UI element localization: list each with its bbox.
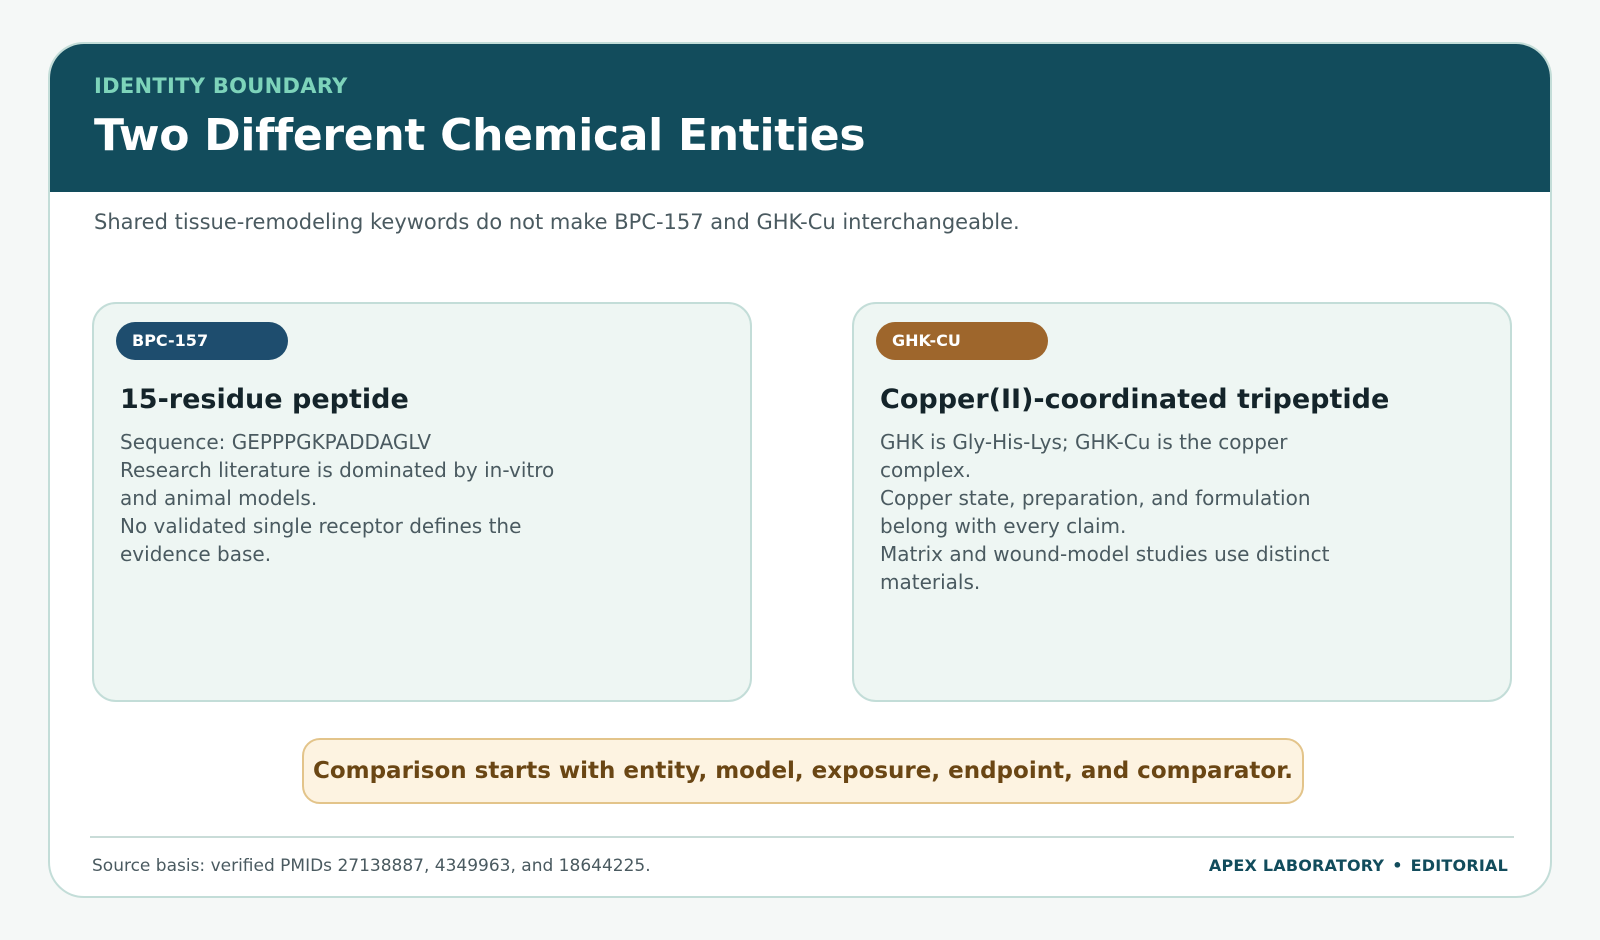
header-band: IDENTITY BOUNDARY Two Different Chemical… <box>50 44 1550 192</box>
subtitle: Shared tissue-remodeling keywords do not… <box>94 210 1020 234</box>
brand-section: EDITORIAL <box>1410 856 1508 875</box>
page-title: Two Different Chemical Entities <box>94 110 866 161</box>
panel-bpc-157: BPC-157 15-residue peptide Sequence: GEP… <box>92 302 752 702</box>
panel-title: 15-residue peptide <box>120 384 409 415</box>
panel-line: No validated single receptor defines the… <box>120 514 522 566</box>
panel-line: Sequence: GEPPPGKPADDAGLV <box>120 430 432 454</box>
source-note: Source basis: verified PMIDs 27138887, 4… <box>92 856 651 876</box>
panel-line: Research literature is dominated by in-v… <box>120 458 555 510</box>
brand-separator: • <box>1392 856 1403 875</box>
panel-line: Matrix and wound-model studies use disti… <box>880 542 1330 594</box>
brand-label: APEX LABORATORY • EDITORIAL <box>1209 856 1508 875</box>
eyebrow-label: IDENTITY BOUNDARY <box>94 74 348 98</box>
panel-body: Sequence: GEPPPGKPADDAGLV Research liter… <box>120 428 590 568</box>
panel-line: GHK is Gly-His-Lys; GHK-Cu is the copper… <box>880 430 1288 482</box>
brand-name: APEX LABORATORY <box>1208 856 1385 875</box>
panel-line: Copper state, preparation, and formulati… <box>880 486 1311 538</box>
footer-divider <box>90 836 1514 838</box>
panel-ghk-cu: GHK-CU Copper(II)-coordinated tripeptide… <box>852 302 1512 702</box>
panel-title: Copper(II)-coordinated tripeptide <box>880 384 1390 415</box>
badge-bpc-157: BPC-157 <box>116 322 288 360</box>
panel-body: GHK is Gly-His-Lys; GHK-Cu is the copper… <box>880 428 1350 596</box>
callout-box: Comparison starts with entity, model, ex… <box>302 738 1304 804</box>
badge-ghk-cu: GHK-CU <box>876 322 1048 360</box>
slide-card: IDENTITY BOUNDARY Two Different Chemical… <box>48 42 1552 898</box>
